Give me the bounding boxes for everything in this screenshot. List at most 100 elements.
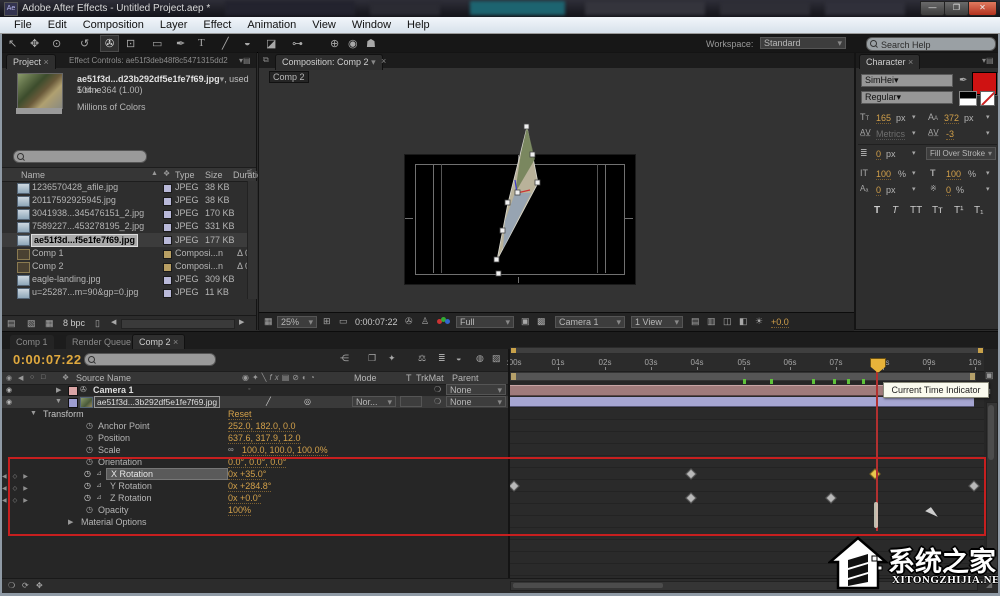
region-of-interest-icon[interactable]: ▣: [521, 316, 530, 327]
faux-bold-button[interactable]: T: [874, 205, 880, 216]
property-row-material-options[interactable]: ▶ Material Options: [0, 516, 508, 528]
transform-reset[interactable]: Reset: [228, 409, 252, 420]
chevron-down-icon[interactable]: ▾: [912, 169, 916, 177]
tab-render-queue[interactable]: Render Queue: [66, 335, 137, 349]
horizontal-scrollbar[interactable]: [121, 319, 235, 329]
superscript-button[interactable]: T¹: [954, 205, 963, 216]
vertical-scale-value[interactable]: 100: [876, 169, 891, 180]
pan-behind-tool[interactable]: ⊡: [126, 37, 135, 50]
exposure-icon[interactable]: ☀: [755, 316, 763, 327]
minimize-button[interactable]: —: [920, 1, 945, 16]
chevron-down-icon[interactable]: ▾: [986, 113, 990, 121]
font-style-dropdown[interactable]: Regular▾: [861, 91, 953, 104]
orientation-value[interactable]: 0.0°, 0.0°, 0.0°: [228, 457, 286, 468]
menu-help[interactable]: Help: [399, 19, 438, 31]
expand-inout-icon[interactable]: ✥: [36, 581, 43, 590]
font-family-dropdown[interactable]: SimHei▾: [861, 74, 953, 87]
menu-edit[interactable]: Edit: [40, 19, 75, 31]
keyframe-marker[interactable]: [833, 379, 836, 384]
parent-pickwhip-icon[interactable]: ❍: [434, 385, 441, 394]
menu-animation[interactable]: Animation: [239, 19, 304, 31]
motion-blur-icon[interactable]: ≣: [438, 353, 446, 364]
trash-icon[interactable]: ▯: [95, 318, 100, 329]
property-row-opacity[interactable]: ◷ Opacity 100%: [0, 504, 508, 516]
keyframe-navigator[interactable]: ◀◇▶: [2, 494, 34, 504]
chevron-down-icon[interactable]: ▾: [912, 149, 916, 157]
layer-row-camera[interactable]: ◉ ▶ ✇ Camera 1 ◦ ❍ None▾: [0, 384, 508, 396]
label-swatch[interactable]: [163, 223, 172, 232]
project-search-input[interactable]: [13, 150, 147, 163]
table-row[interactable]: eagle-landing.jpg JPEG 309 KB: [1, 273, 247, 286]
leading-value[interactable]: 372: [944, 113, 959, 124]
always-preview-icon[interactable]: ▦: [264, 316, 273, 327]
y-rotation-value[interactable]: 0x +284.8°: [228, 481, 271, 492]
magnification-dropdown[interactable]: 25%▾: [277, 316, 317, 328]
column-mode[interactable]: Mode: [354, 373, 377, 384]
chevron-down-icon[interactable]: ▾: [986, 185, 990, 193]
quality-icon[interactable]: ╱: [266, 397, 271, 406]
stopwatch-icon[interactable]: ◷: [86, 433, 93, 442]
layer-name[interactable]: Camera 1: [93, 385, 134, 395]
tab-effect-controls[interactable]: Effect Controls: ae51f3deb48f8c5471315dd…: [69, 56, 228, 65]
property-row-y-rotation[interactable]: ◀◇▶ ◷ ⊿ Y Rotation 0x +284.8°: [0, 480, 508, 492]
brush-tool[interactable]: ╱: [222, 37, 229, 50]
snapshot-icon[interactable]: ✇: [405, 316, 413, 327]
expand-modes-icon[interactable]: ⟳: [22, 581, 29, 590]
transparency-grid-icon[interactable]: ▩: [537, 316, 546, 327]
trkmat-dropdown[interactable]: [400, 396, 422, 407]
view-layout-dropdown[interactable]: 1 View▾: [631, 316, 683, 328]
scroll-right-icon[interactable]: ▶: [239, 318, 244, 326]
label-swatch[interactable]: [163, 197, 172, 206]
scale-value[interactable]: 100.0, 100.0, 100.0%: [242, 445, 328, 456]
table-row[interactable]: u=25287...m=90&gp=0.jpg JPEG 11 KB: [1, 286, 247, 299]
time-navigator[interactable]: [510, 347, 984, 354]
property-row-scale[interactable]: ◷ Scale ∞ 100.0, 100.0, 100.0%: [0, 444, 508, 456]
expand-icon[interactable]: ▶: [68, 518, 73, 526]
close-icon[interactable]: ×: [44, 57, 49, 67]
table-row[interactable]: 3041938...345476151_2.jpg JPEG 170 KB: [1, 207, 247, 220]
property-row-transform[interactable]: ▼ Transform Reset: [0, 408, 508, 420]
parent-pickwhip-icon[interactable]: ❍: [434, 397, 441, 406]
pen-tool[interactable]: ✒: [176, 37, 185, 50]
table-row[interactable]: 1236570428_afile.jpg JPEG 38 KB: [1, 181, 247, 194]
anchor-point-value[interactable]: 252.0, 182.0, 0.0: [228, 421, 296, 432]
maximize-button[interactable]: ❐: [944, 1, 969, 16]
auto-keyframe-icon[interactable]: ◍: [476, 353, 484, 364]
exposure-value[interactable]: +0.0: [771, 317, 789, 328]
property-row-position[interactable]: ◷ Position 637.6, 317.9, 12.0: [0, 432, 508, 444]
menu-layer[interactable]: Layer: [152, 19, 196, 31]
axis-mode-world[interactable]: ◉: [348, 37, 358, 50]
close-button[interactable]: ✕: [968, 1, 997, 16]
label-swatch[interactable]: [163, 236, 172, 245]
table-row[interactable]: 20117592925945.jpg JPEG 38 KB: [1, 194, 247, 207]
z-rotation-value[interactable]: 0x +0.0°: [228, 493, 261, 504]
close-icon[interactable]: ×: [908, 57, 913, 67]
workspace-dropdown[interactable]: Standard▾: [760, 37, 846, 49]
chevron-down-icon[interactable]: ▾: [912, 129, 916, 137]
parent-dropdown[interactable]: None▾: [446, 396, 506, 407]
chevron-down-icon[interactable]: ▾: [912, 185, 916, 193]
stopwatch-icon[interactable]: ◷: [84, 481, 91, 490]
stopwatch-icon[interactable]: ◷: [86, 505, 93, 514]
work-area-start[interactable]: [511, 373, 516, 380]
column-parent[interactable]: Parent: [452, 373, 479, 384]
timeline-timecode[interactable]: 0:00:07:22: [13, 352, 82, 367]
menu-window[interactable]: Window: [344, 19, 399, 31]
timeline-button-icon[interactable]: ◫: [723, 316, 732, 327]
label-swatch[interactable]: [163, 184, 172, 193]
chevron-down-icon[interactable]: ▾: [912, 113, 916, 121]
timeline-search-input[interactable]: [84, 353, 216, 366]
shape-tool[interactable]: ▭: [152, 37, 162, 50]
3d-layer-icon[interactable]: ◎: [304, 397, 311, 406]
scroll-left-icon[interactable]: ◀: [111, 318, 116, 326]
close-icon[interactable]: ×: [173, 337, 178, 347]
keyframe-navigator[interactable]: ◀◇▶: [2, 482, 34, 492]
property-row-x-rotation[interactable]: ◀◇▶ ◷ ⊿ X Rotation 0x +35.0°: [0, 468, 508, 480]
column-trkmat[interactable]: TrkMat: [416, 373, 444, 384]
zoom-tool[interactable]: ⊙: [52, 37, 61, 50]
new-composition-icon[interactable]: ▦: [45, 318, 54, 329]
time-ruler[interactable]: :00s 01s 02s 03s 04s 05s 06s 07s 08s 09s…: [510, 354, 984, 372]
subscript-button[interactable]: T₁: [974, 205, 983, 216]
comp-mini-flowchart-icon[interactable]: ⋲: [340, 353, 349, 364]
baseline-shift-value[interactable]: 0: [876, 185, 881, 196]
